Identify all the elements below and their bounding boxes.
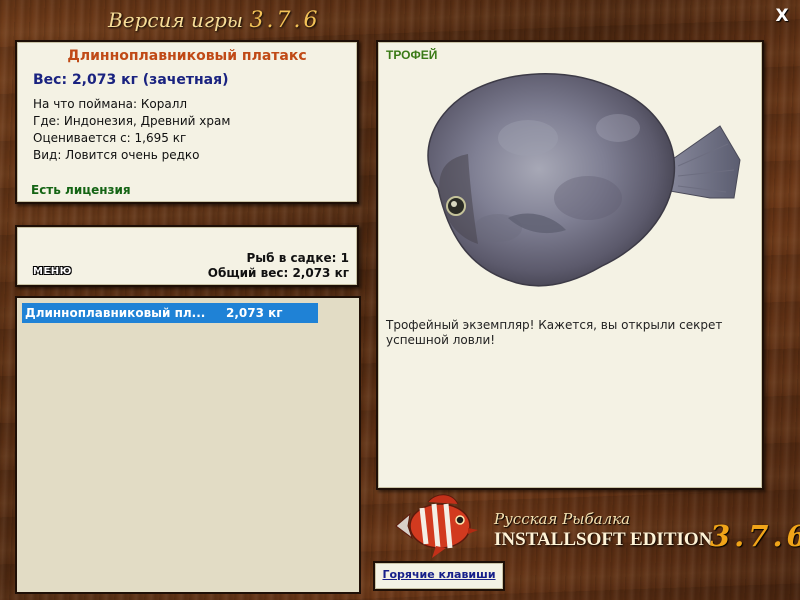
logo-game-name: Русская Рыбалка: [494, 510, 631, 528]
location-text: Где: Индонезия, Древний храм: [33, 114, 231, 128]
logo-edition: INSTALLSOFT EDITION: [494, 529, 713, 550]
trophy-panel: ТРОФЕЙ Трофейный экземпляр! Кажется, вы …: [376, 40, 764, 490]
version-title: Версия игры 3.7.6: [108, 8, 320, 33]
caught-on-text: На что поймана: Коралл: [33, 97, 188, 111]
menu-button[interactable]: МЕНЮ: [33, 266, 72, 277]
close-button[interactable]: X: [772, 6, 792, 26]
rated-from-text: Оценивается с: 1,695 кг: [33, 131, 187, 145]
trophy-description: Трофейный экземпляр! Кажется, вы открыли…: [386, 318, 723, 347]
list-item-weight: 2,073 кг: [226, 306, 283, 320]
fish-count: Рыб в садке: 1: [246, 251, 350, 265]
hotkeys-button[interactable]: Горячие клавиши: [373, 561, 505, 591]
logo-version: 3.7.6: [710, 519, 800, 553]
list-item-name: Длинноплавниковый пл...: [25, 306, 206, 320]
kind-text: Вид: Ловится очень редко: [33, 148, 200, 162]
keepnet-panel: Рыб в садке: 1 Общий вес: 2,073 кг: [15, 225, 359, 287]
fish-name: Длинноплавниковый платакс: [67, 48, 307, 64]
platax-fish-image: [427, 73, 741, 287]
total-weight: Общий вес: 2,073 кг: [207, 266, 349, 280]
fish-weight: Вес: 2,073 кг (зачетная): [33, 72, 229, 88]
version-title-label: Версия игры: [108, 8, 244, 32]
list-item[interactable]: Длинноплавниковый пл... 2,073 кг: [22, 303, 318, 323]
fish-list: Длинноплавниковый пл... 2,073 кг: [15, 296, 361, 594]
license-status: Есть лицензия: [31, 183, 131, 197]
version-number: 3.7.6: [249, 8, 321, 33]
fish-info-panel: Длинноплавниковый платакс Вес: 2,073 кг …: [15, 40, 359, 204]
keepnet-stats: Рыб в садке: 1 Общий вес: 2,073 кг: [208, 251, 349, 281]
red-white-fish-logo: [395, 494, 478, 558]
